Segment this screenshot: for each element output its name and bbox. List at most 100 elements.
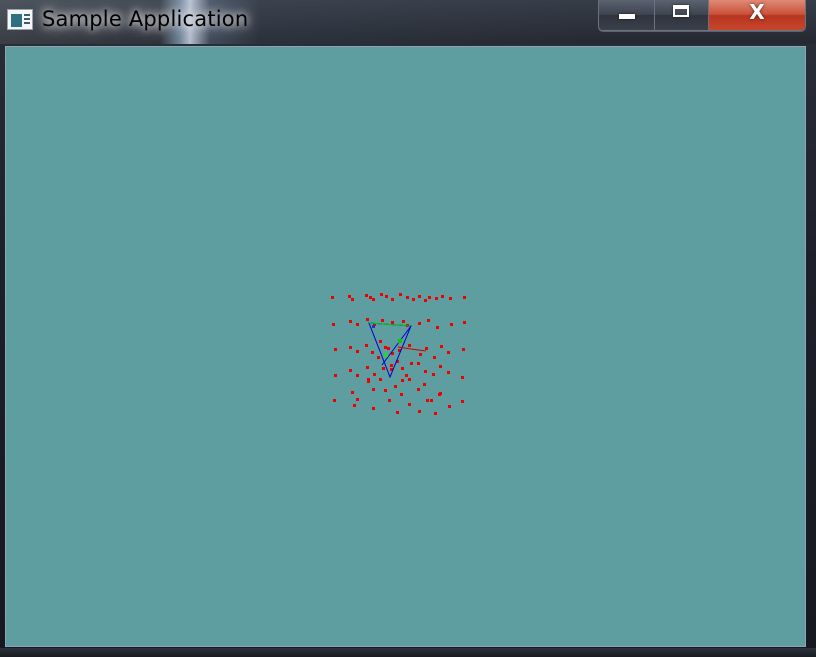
point-marker bbox=[417, 362, 420, 365]
point-marker bbox=[402, 320, 405, 323]
point-marker bbox=[418, 322, 421, 325]
minimize-button[interactable] bbox=[599, 0, 655, 30]
vertex-marker-blue bbox=[372, 325, 375, 328]
point-marker bbox=[372, 407, 375, 410]
point-marker bbox=[449, 297, 452, 300]
point-marker bbox=[387, 347, 390, 350]
point-marker bbox=[400, 393, 403, 396]
point-marker bbox=[401, 367, 404, 370]
title-bar[interactable]: Sample Application X bbox=[0, 0, 816, 44]
point-marker bbox=[391, 321, 394, 324]
point-marker bbox=[379, 340, 382, 343]
point-marker bbox=[396, 411, 399, 414]
point-marker bbox=[379, 378, 382, 381]
point-marker bbox=[334, 348, 337, 351]
point-marker bbox=[447, 351, 450, 354]
render-viewport[interactable] bbox=[5, 46, 806, 647]
point-marker bbox=[417, 388, 420, 391]
maximize-icon bbox=[673, 5, 689, 17]
point-marker bbox=[351, 391, 354, 394]
maximize-button[interactable] bbox=[655, 0, 709, 30]
point-marker bbox=[434, 412, 437, 415]
point-marker bbox=[384, 389, 387, 392]
point-marker bbox=[348, 295, 351, 298]
point-marker bbox=[433, 356, 436, 359]
point-marker bbox=[408, 344, 411, 347]
window-title: Sample Application bbox=[42, 7, 249, 31]
minimize-icon bbox=[619, 14, 635, 19]
point-marker bbox=[384, 346, 387, 349]
point-marker bbox=[418, 295, 421, 298]
point-marker bbox=[371, 351, 374, 354]
point-marker bbox=[424, 299, 427, 302]
camera-marker-green bbox=[398, 339, 402, 343]
point-marker bbox=[461, 400, 464, 403]
point-marker bbox=[332, 323, 335, 326]
frustum-inner-edge bbox=[381, 325, 412, 366]
point-marker bbox=[349, 346, 352, 349]
point-marker bbox=[390, 364, 393, 367]
point-marker bbox=[441, 295, 444, 298]
point-marker bbox=[428, 296, 431, 299]
point-marker bbox=[365, 344, 368, 347]
point-marker bbox=[424, 370, 427, 373]
point-marker bbox=[380, 293, 383, 296]
point-marker bbox=[461, 376, 464, 379]
point-cloud bbox=[331, 293, 466, 415]
point-marker bbox=[366, 366, 369, 369]
point-marker bbox=[349, 320, 352, 323]
point-marker bbox=[369, 296, 372, 299]
point-marker bbox=[356, 398, 359, 401]
point-marker bbox=[334, 374, 337, 377]
close-button[interactable]: X bbox=[709, 0, 805, 30]
point-marker bbox=[425, 347, 428, 350]
point-marker bbox=[419, 353, 422, 356]
point-marker bbox=[426, 399, 429, 402]
point-marker bbox=[412, 298, 415, 301]
point-marker bbox=[438, 393, 441, 396]
point-marker bbox=[440, 345, 443, 348]
point-marker bbox=[432, 373, 435, 376]
point-marker bbox=[331, 296, 334, 299]
point-marker bbox=[448, 405, 451, 408]
point-marker bbox=[391, 298, 394, 301]
point-marker bbox=[356, 323, 359, 326]
point-marker bbox=[356, 374, 359, 377]
application-window-icon[interactable] bbox=[7, 9, 33, 30]
point-marker bbox=[372, 388, 375, 391]
point-marker bbox=[463, 296, 466, 299]
point-marker bbox=[333, 399, 336, 402]
close-icon: X bbox=[749, 0, 765, 24]
application-window: Sample Application X bbox=[0, 0, 816, 657]
point-marker bbox=[349, 369, 352, 372]
point-marker bbox=[366, 318, 369, 321]
point-marker bbox=[401, 379, 404, 382]
point-marker bbox=[427, 319, 430, 322]
point-marker bbox=[372, 298, 375, 301]
point-marker bbox=[367, 378, 370, 381]
point-marker bbox=[351, 298, 354, 301]
point-marker bbox=[377, 356, 380, 359]
point-marker bbox=[462, 348, 465, 351]
point-marker bbox=[406, 296, 409, 299]
point-marker bbox=[439, 365, 442, 368]
point-marker bbox=[373, 373, 376, 376]
point-marker bbox=[408, 378, 411, 381]
point-marker bbox=[388, 399, 391, 402]
point-marker bbox=[436, 326, 439, 329]
target-marker-green bbox=[384, 353, 388, 357]
window-bottom-border bbox=[0, 648, 816, 657]
frustum-triangle bbox=[368, 322, 427, 379]
point-marker bbox=[385, 295, 388, 298]
point-marker bbox=[418, 410, 421, 413]
point-marker bbox=[435, 297, 438, 300]
point-marker bbox=[463, 321, 466, 324]
point-marker bbox=[450, 323, 453, 326]
scene-canvas bbox=[331, 293, 466, 415]
ray-line bbox=[397, 346, 427, 352]
point-marker bbox=[410, 362, 413, 365]
point-marker bbox=[382, 367, 385, 370]
caption-buttons: X bbox=[598, 0, 806, 31]
point-marker bbox=[423, 383, 426, 386]
point-marker bbox=[430, 399, 433, 402]
